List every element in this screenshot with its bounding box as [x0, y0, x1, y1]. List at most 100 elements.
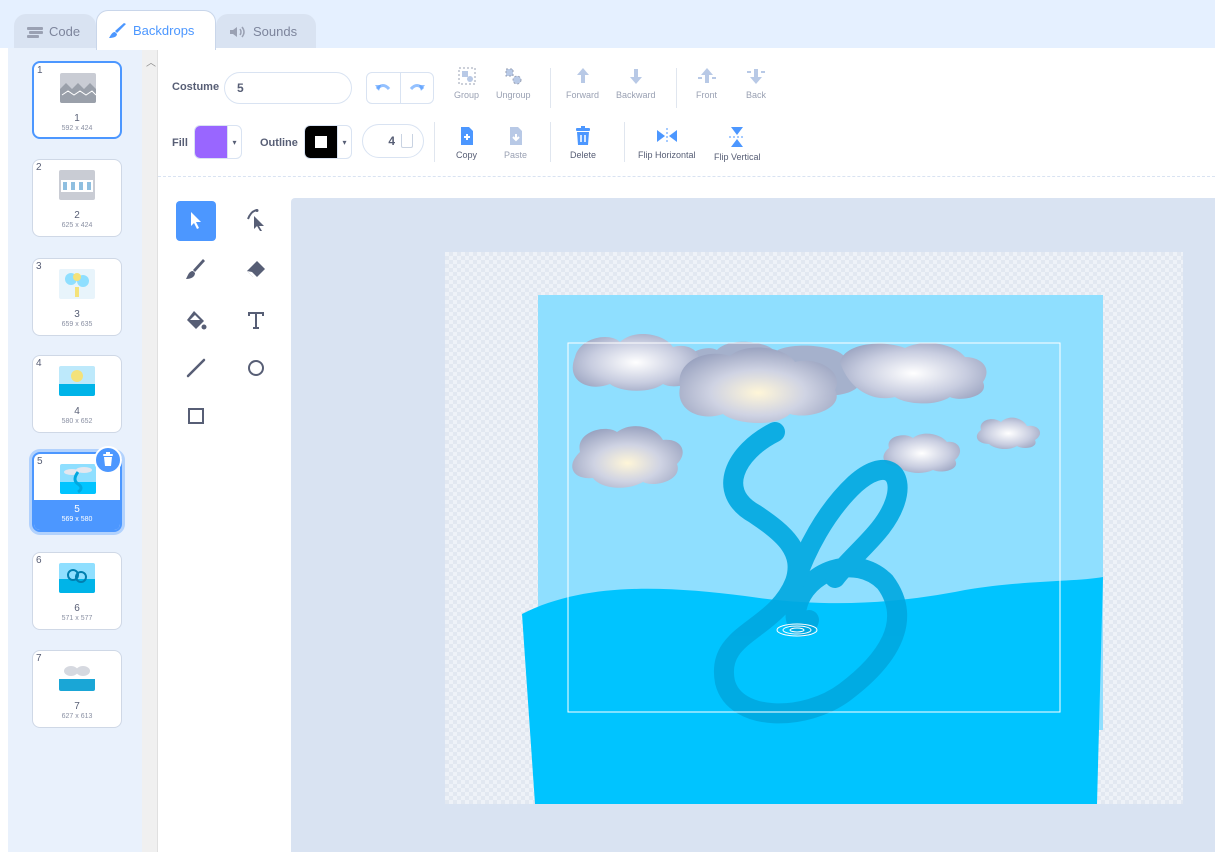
costume-item-4[interactable]: 4 4 580 x 652: [32, 355, 122, 433]
select-tool[interactable]: [176, 201, 216, 241]
tab-bar: Code Backdrops Sounds: [0, 0, 1215, 50]
flip-horizontal-button[interactable]: Flip Horizontal: [638, 126, 696, 160]
costume-number: 4: [36, 358, 42, 369]
costume-name: 4: [74, 406, 80, 417]
outline-width-input[interactable]: 4: [362, 124, 424, 158]
costume-number: 3: [36, 261, 42, 272]
front-icon: [697, 66, 717, 88]
forward-icon: [573, 66, 593, 88]
costume-thumbnail: [59, 366, 95, 396]
ungroup-button[interactable]: Ungroup: [496, 66, 531, 100]
flip-vertical-label: Flip Vertical: [714, 152, 761, 162]
group-button[interactable]: Group: [454, 66, 479, 100]
reshape-tool[interactable]: [236, 201, 276, 241]
delete-label: Delete: [570, 150, 597, 160]
fill-color-picker[interactable]: ▾: [194, 125, 242, 159]
paste-label: Paste: [504, 150, 528, 160]
circle-tool[interactable]: [236, 349, 276, 389]
costume-size: 580 x 652: [61, 418, 93, 425]
costume-list: 1 1 592 x 424 2 2 625 x 424 3 3 659 x 63…: [8, 48, 142, 852]
separator: [676, 68, 677, 108]
costume-item-7[interactable]: 7 7 627 x 613: [32, 650, 122, 728]
tab-code-label: Code: [49, 24, 81, 39]
chevron-down-icon: ▾: [227, 126, 241, 158]
undo-button[interactable]: [367, 73, 401, 103]
text-icon: [246, 310, 266, 333]
paste-icon: [507, 126, 525, 148]
arrow-cursor-icon: [188, 211, 204, 232]
outline-color-picker[interactable]: ▾: [304, 125, 352, 159]
separator: [434, 122, 435, 162]
back-icon: [746, 66, 766, 88]
costume-number: 1: [37, 65, 43, 76]
separator: [550, 68, 551, 108]
costume-list-scrollbar[interactable]: ︿: [142, 48, 158, 852]
outline-label: Outline: [260, 137, 298, 149]
line-tool[interactable]: [176, 349, 216, 389]
copy-button[interactable]: Copy: [456, 126, 477, 160]
costume-item-2[interactable]: 2 2 625 x 424: [32, 159, 122, 237]
costume-item-1[interactable]: 1 1 592 x 424: [32, 61, 122, 139]
costume-name: 6: [74, 603, 80, 614]
delete-button[interactable]: Delete: [570, 126, 596, 160]
backdrop-artwork[interactable]: [445, 252, 1183, 804]
costume-size: 569 x 580: [61, 516, 93, 523]
tab-sounds[interactable]: Sounds: [216, 14, 316, 48]
paint-editor: Costume 5 Group Ungroup Forward Backward…: [158, 48, 1215, 852]
back-button[interactable]: Back: [746, 66, 766, 100]
costume-number: 2: [36, 162, 42, 173]
text-tool[interactable]: [236, 301, 276, 341]
costume-number: 6: [36, 555, 42, 566]
costume-size: 592 x 424: [61, 125, 93, 132]
costume-name-input[interactable]: 5: [224, 72, 352, 104]
fill-label: Fill: [172, 137, 188, 149]
chevron-down-icon: ▾: [337, 126, 351, 158]
backward-icon: [626, 66, 646, 88]
redo-icon: [409, 81, 425, 95]
canvas-area[interactable]: [291, 198, 1215, 852]
brush-tool[interactable]: [176, 251, 216, 291]
front-label: Front: [696, 90, 718, 100]
flip-vertical-button[interactable]: Flip Vertical: [714, 126, 761, 162]
front-button[interactable]: Front: [696, 66, 717, 100]
tab-backdrops[interactable]: Backdrops: [96, 10, 216, 50]
costume-item-6[interactable]: 6 6 571 x 577: [32, 552, 122, 630]
outline-width-value: 4: [388, 134, 395, 148]
backward-button[interactable]: Backward: [616, 66, 656, 100]
forward-label: Forward: [566, 90, 600, 100]
flip-horizontal-label: Flip Horizontal: [638, 150, 696, 160]
costume-size: 659 x 635: [61, 321, 93, 328]
tab-backdrops-label: Backdrops: [133, 23, 195, 38]
tab-sounds-label: Sounds: [253, 24, 298, 39]
flip-vertical-icon: [727, 126, 747, 150]
undo-redo-group: [366, 72, 434, 104]
circle-icon: [246, 358, 266, 381]
undo-icon: [375, 81, 391, 95]
costume-item-3[interactable]: 3 3 659 x 635: [32, 258, 122, 336]
costume-thumbnail: [59, 269, 95, 299]
speaker-icon: [229, 26, 247, 38]
rectangle-icon: [186, 406, 206, 429]
rectangle-tool[interactable]: [176, 397, 216, 437]
backward-label: Backward: [616, 90, 656, 100]
ungroup-icon: [503, 66, 523, 88]
drawing-canvas[interactable]: [445, 252, 1183, 804]
fill-color-swatch: [195, 126, 227, 158]
costume-name: 3: [74, 309, 80, 320]
costume-number: 7: [36, 653, 42, 664]
eraser-tool[interactable]: [236, 251, 276, 291]
fill-tool[interactable]: [176, 301, 216, 341]
costume-size: 627 x 613: [61, 713, 93, 720]
costume-thumbnail: [59, 661, 95, 691]
redo-button[interactable]: [401, 73, 434, 103]
reshape-icon: [245, 208, 267, 234]
scroll-up-icon[interactable]: ︿: [146, 54, 156, 69]
costume-name: 5: [74, 504, 80, 515]
code-icon: [27, 26, 43, 38]
delete-costume-button[interactable]: [94, 446, 122, 474]
separator: [550, 122, 551, 162]
paste-button[interactable]: Paste: [504, 126, 527, 160]
tab-code[interactable]: Code: [14, 14, 96, 48]
forward-button[interactable]: Forward: [566, 66, 599, 100]
trash-icon: [574, 126, 592, 148]
